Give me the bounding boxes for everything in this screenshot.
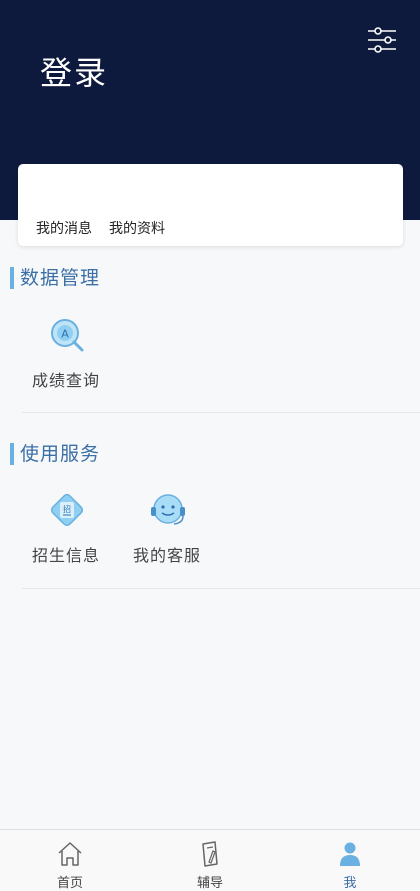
- book-pencil-icon: [202, 841, 218, 867]
- search-score-icon: A: [51, 319, 84, 352]
- settings-sliders-icon: [368, 27, 396, 53]
- tab-tutoring[interactable]: 辅导: [140, 830, 280, 891]
- my-profile-link[interactable]: 我的资料: [109, 218, 165, 238]
- divider: [22, 588, 420, 589]
- user-icon: [340, 842, 360, 866]
- divider: [22, 412, 420, 413]
- admission-info-icon: 招: [50, 493, 84, 527]
- svg-text:A: A: [61, 328, 69, 341]
- tab-home[interactable]: 首页: [0, 830, 140, 891]
- tab-me[interactable]: 我: [280, 830, 420, 891]
- tab-me-label: 我: [343, 876, 357, 891]
- tab-home-label: 首页: [56, 876, 83, 891]
- settings-button[interactable]: [366, 26, 398, 54]
- grid-item-admission-info[interactable]: 招 招生信息: [16, 492, 116, 568]
- login-title[interactable]: 登录: [40, 48, 108, 94]
- customer-service-label: 我的客服: [132, 546, 201, 565]
- customer-service-icon: [151, 494, 185, 525]
- section-title-data-management: 数据管理: [10, 267, 100, 289]
- tab-tutoring-label: 辅导: [196, 876, 223, 891]
- tab-bar: 首页 辅导 我: [0, 829, 420, 891]
- svg-text:招: 招: [63, 504, 71, 514]
- score-query-label: 成绩查询: [31, 371, 100, 390]
- user-card: 我的消息 我的资料: [18, 164, 403, 246]
- home-icon: [58, 842, 82, 866]
- grid-item-score-query[interactable]: A 成绩查询: [16, 317, 116, 393]
- my-messages-link[interactable]: 我的消息: [36, 218, 92, 238]
- admission-info-label: 招生信息: [31, 546, 100, 565]
- grid-item-customer-service[interactable]: 我的客服: [117, 492, 217, 568]
- section-title-services: 使用服务: [10, 443, 100, 465]
